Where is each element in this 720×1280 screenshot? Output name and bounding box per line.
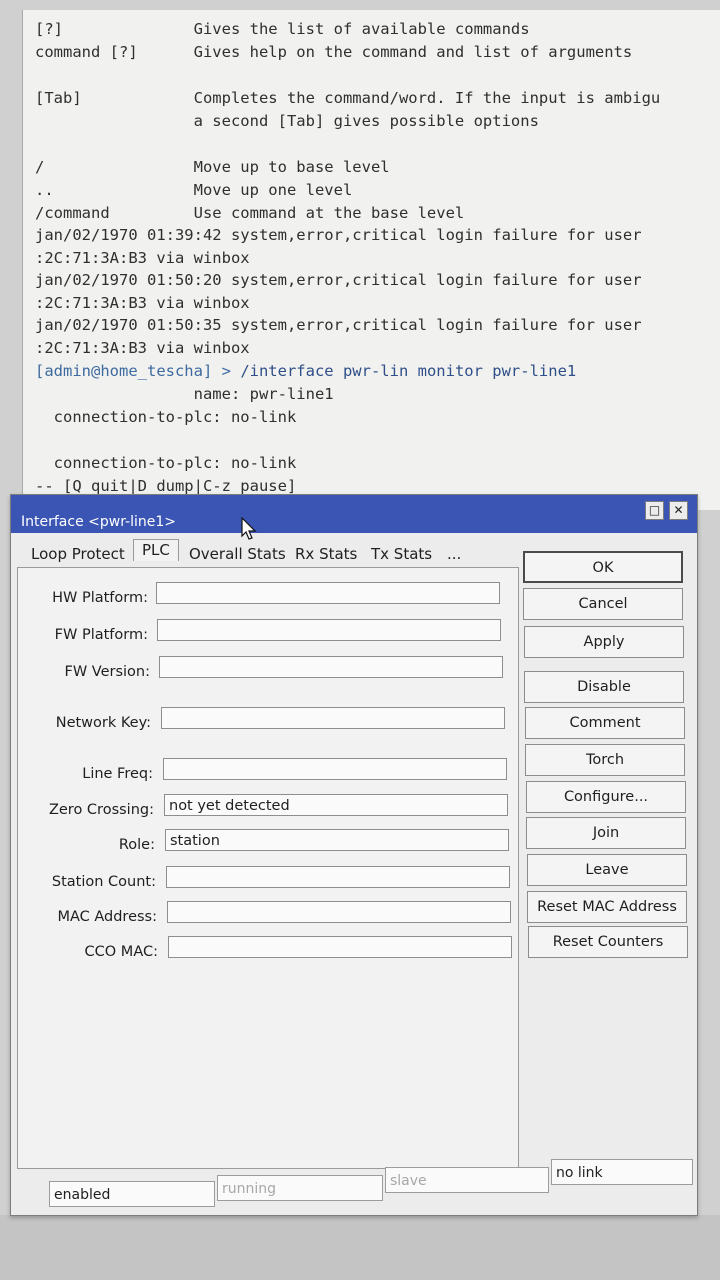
terminal-line: [Tab] Completes the command/word. If the… xyxy=(35,89,661,107)
status-running: running xyxy=(217,1175,383,1201)
line-freq-field[interactable] xyxy=(163,758,507,780)
cco-mac-label: CCO MAC: xyxy=(84,944,158,960)
desktop-background xyxy=(0,1215,720,1280)
tab-plc[interactable]: PLC xyxy=(133,539,179,561)
terminal-line: /command Use command at the base level xyxy=(35,204,465,222)
fw-version-label: FW Version: xyxy=(64,664,151,680)
torch-button[interactable]: Torch xyxy=(525,744,685,776)
terminal-output-line: connection-to-plc: no-link xyxy=(35,408,297,426)
terminal-prompt-line: [admin@home_tescha] > /interface pwr-lin… xyxy=(35,362,576,380)
line-freq-label: Line Freq: xyxy=(82,766,153,782)
close-button[interactable]: ✕ xyxy=(669,501,688,520)
comment-button[interactable]: Comment xyxy=(525,707,685,739)
terminal-line: command [?] Gives help on the command an… xyxy=(35,43,633,61)
disable-button[interactable]: Disable xyxy=(524,671,684,703)
tab-loop-protect[interactable]: Loop Protect xyxy=(31,545,125,563)
terminal-line: jan/02/1970 01:50:20 system,error,critic… xyxy=(35,271,642,289)
maximize-button[interactable]: □ xyxy=(645,501,664,520)
fw-platform-label: FW Platform: xyxy=(54,627,148,643)
terminal-command: /interface pwr-lin monitor pwr-line1 xyxy=(240,362,577,380)
join-button[interactable]: Join xyxy=(526,817,686,849)
configure-button[interactable]: Configure... xyxy=(526,781,686,813)
terminal-line: :2C:71:3A:B3 via winbox xyxy=(35,294,250,312)
status-link: no link xyxy=(551,1159,693,1185)
ok-button[interactable]: OK xyxy=(523,551,683,583)
status-slave: slave xyxy=(385,1167,549,1193)
terminal-output-line: name: pwr-line1 xyxy=(35,385,334,403)
terminal-line: :2C:71:3A:B3 via winbox xyxy=(35,339,250,357)
tab-more[interactable]: ... xyxy=(447,545,461,563)
fw-platform-field[interactable] xyxy=(157,619,501,641)
terminal-window[interactable]: [?] Gives the list of available commands… xyxy=(22,10,720,510)
reset-counters-button[interactable]: Reset Counters xyxy=(528,926,688,958)
mac-address-label: MAC Address: xyxy=(57,909,157,925)
leave-button[interactable]: Leave xyxy=(527,854,687,886)
plc-tab-panel: HW Platform: FW Platform: FW Version: Ne… xyxy=(17,567,519,1169)
maximize-icon: □ xyxy=(648,503,661,517)
station-count-field[interactable] xyxy=(166,866,510,888)
fw-version-field[interactable] xyxy=(159,656,503,678)
dialog-title: Interface <pwr-line1> xyxy=(21,514,177,530)
mouse-pointer-icon xyxy=(241,517,257,540)
close-icon: ✕ xyxy=(673,503,684,517)
zero-crossing-label: Zero Crossing: xyxy=(48,802,154,818)
terminal-pager-hint: -- [Q quit|D dump|C-z pause] xyxy=(35,477,297,495)
terminal-line: .. Move up one level xyxy=(35,181,353,199)
role-field[interactable]: station xyxy=(165,829,509,851)
cancel-button[interactable]: Cancel xyxy=(523,588,683,620)
mac-address-field[interactable] xyxy=(167,901,511,923)
terminal-prompt: [admin@home_tescha] > xyxy=(35,362,241,380)
terminal-output-line: connection-to-plc: no-link xyxy=(35,454,297,472)
station-count-label: Station Count: xyxy=(51,874,156,890)
reset-mac-address-button[interactable]: Reset MAC Address xyxy=(527,891,687,923)
hw-platform-label: HW Platform: xyxy=(52,590,148,606)
network-key-label: Network Key: xyxy=(55,715,151,731)
interface-dialog: Interface <pwr-line1> □ ✕ Loop Protect P… xyxy=(10,494,698,1216)
terminal-line: a second [Tab] gives possible options xyxy=(35,112,539,130)
status-enabled: enabled xyxy=(49,1181,215,1207)
hw-platform-field[interactable] xyxy=(156,582,500,604)
tab-overall-stats[interactable]: Overall Stats xyxy=(189,545,286,563)
dialog-titlebar[interactable]: Interface <pwr-line1> □ ✕ xyxy=(11,495,697,540)
terminal-line: [?] Gives the list of available commands xyxy=(35,20,530,38)
network-key-field[interactable] xyxy=(161,707,505,729)
terminal-line: jan/02/1970 01:50:35 system,error,critic… xyxy=(35,316,642,334)
tab-rx-stats[interactable]: Rx Stats xyxy=(295,545,357,563)
terminal-line: / Move up to base level xyxy=(35,158,390,176)
cco-mac-field[interactable] xyxy=(168,936,512,958)
role-label: Role: xyxy=(118,837,155,853)
terminal-line: :2C:71:3A:B3 via winbox xyxy=(35,249,250,267)
apply-button[interactable]: Apply xyxy=(524,626,684,658)
terminal-line: jan/02/1970 01:39:42 system,error,critic… xyxy=(35,226,642,244)
tab-tx-stats[interactable]: Tx Stats xyxy=(371,545,432,563)
zero-crossing-field[interactable]: not yet detected xyxy=(164,794,508,816)
tab-bar: Loop Protect PLC Overall Stats Rx Stats … xyxy=(17,539,477,569)
